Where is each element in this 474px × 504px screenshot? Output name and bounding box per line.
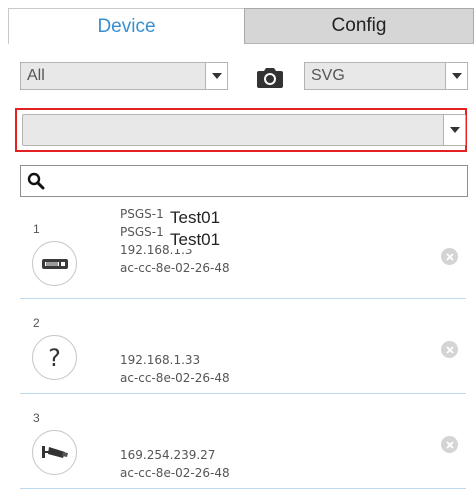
remove-device-button[interactable] [441, 248, 458, 265]
chevron-down-icon[interactable] [445, 63, 467, 89]
list-item[interactable]: 2 ? 192.168.1.33 ac-cc-8e-02-26-48 [20, 299, 466, 394]
device-ip: 192.168.1.33 [120, 353, 201, 367]
item-index: 1 [33, 222, 40, 236]
tab-config[interactable]: Config [244, 8, 474, 44]
search-box[interactable] [20, 165, 468, 197]
remove-device-button[interactable] [441, 436, 458, 453]
search-icon [27, 172, 45, 190]
network-select[interactable] [22, 114, 466, 146]
tab-bar: Device Config [8, 8, 474, 44]
item-index: 3 [33, 411, 40, 425]
device-mac: ac-cc-8e-02-26-48 [120, 466, 230, 480]
format-select[interactable]: SVG [304, 62, 468, 90]
remove-device-button[interactable] [441, 341, 458, 358]
list-item[interactable]: 3 169.254.239.27 ac-cc-8e-02-26-48 [20, 394, 466, 489]
filter-select-value: All [27, 67, 45, 84]
device-list: 1 PSGS-1 PSGS-1 192.168.1.3 ac-cc-8e-02-… [20, 205, 466, 489]
filter-select[interactable]: All [20, 62, 228, 90]
device-details: 169.254.239.27 ac-cc-8e-02-26-48 [120, 446, 230, 482]
chevron-down-icon[interactable] [205, 63, 227, 89]
chevron-down-icon[interactable] [443, 115, 465, 145]
camera-device-icon [32, 430, 77, 475]
device-name: Test01 [170, 208, 221, 227]
unknown-device-icon: ? [32, 335, 77, 380]
item-index: 2 [33, 316, 40, 330]
tab-device[interactable]: Device [8, 8, 244, 44]
search-input[interactable] [51, 166, 467, 196]
camera-icon[interactable] [256, 65, 284, 89]
list-item[interactable]: 1 PSGS-1 PSGS-1 192.168.1.3 ac-cc-8e-02-… [20, 205, 466, 299]
close-icon [445, 440, 454, 449]
device-details: 192.168.1.33 ac-cc-8e-02-26-48 [120, 351, 230, 387]
device-name: Test01 [170, 230, 221, 249]
device-mac: ac-cc-8e-02-26-48 [120, 261, 230, 275]
device-mac: ac-cc-8e-02-26-48 [120, 371, 230, 385]
device-ip: 169.254.239.27 [120, 448, 216, 462]
close-icon [445, 345, 454, 354]
format-select-value: SVG [311, 67, 345, 84]
close-icon [445, 252, 454, 261]
switch-icon [32, 241, 77, 286]
device-name-overlay: Test01 Test01 [170, 208, 261, 249]
